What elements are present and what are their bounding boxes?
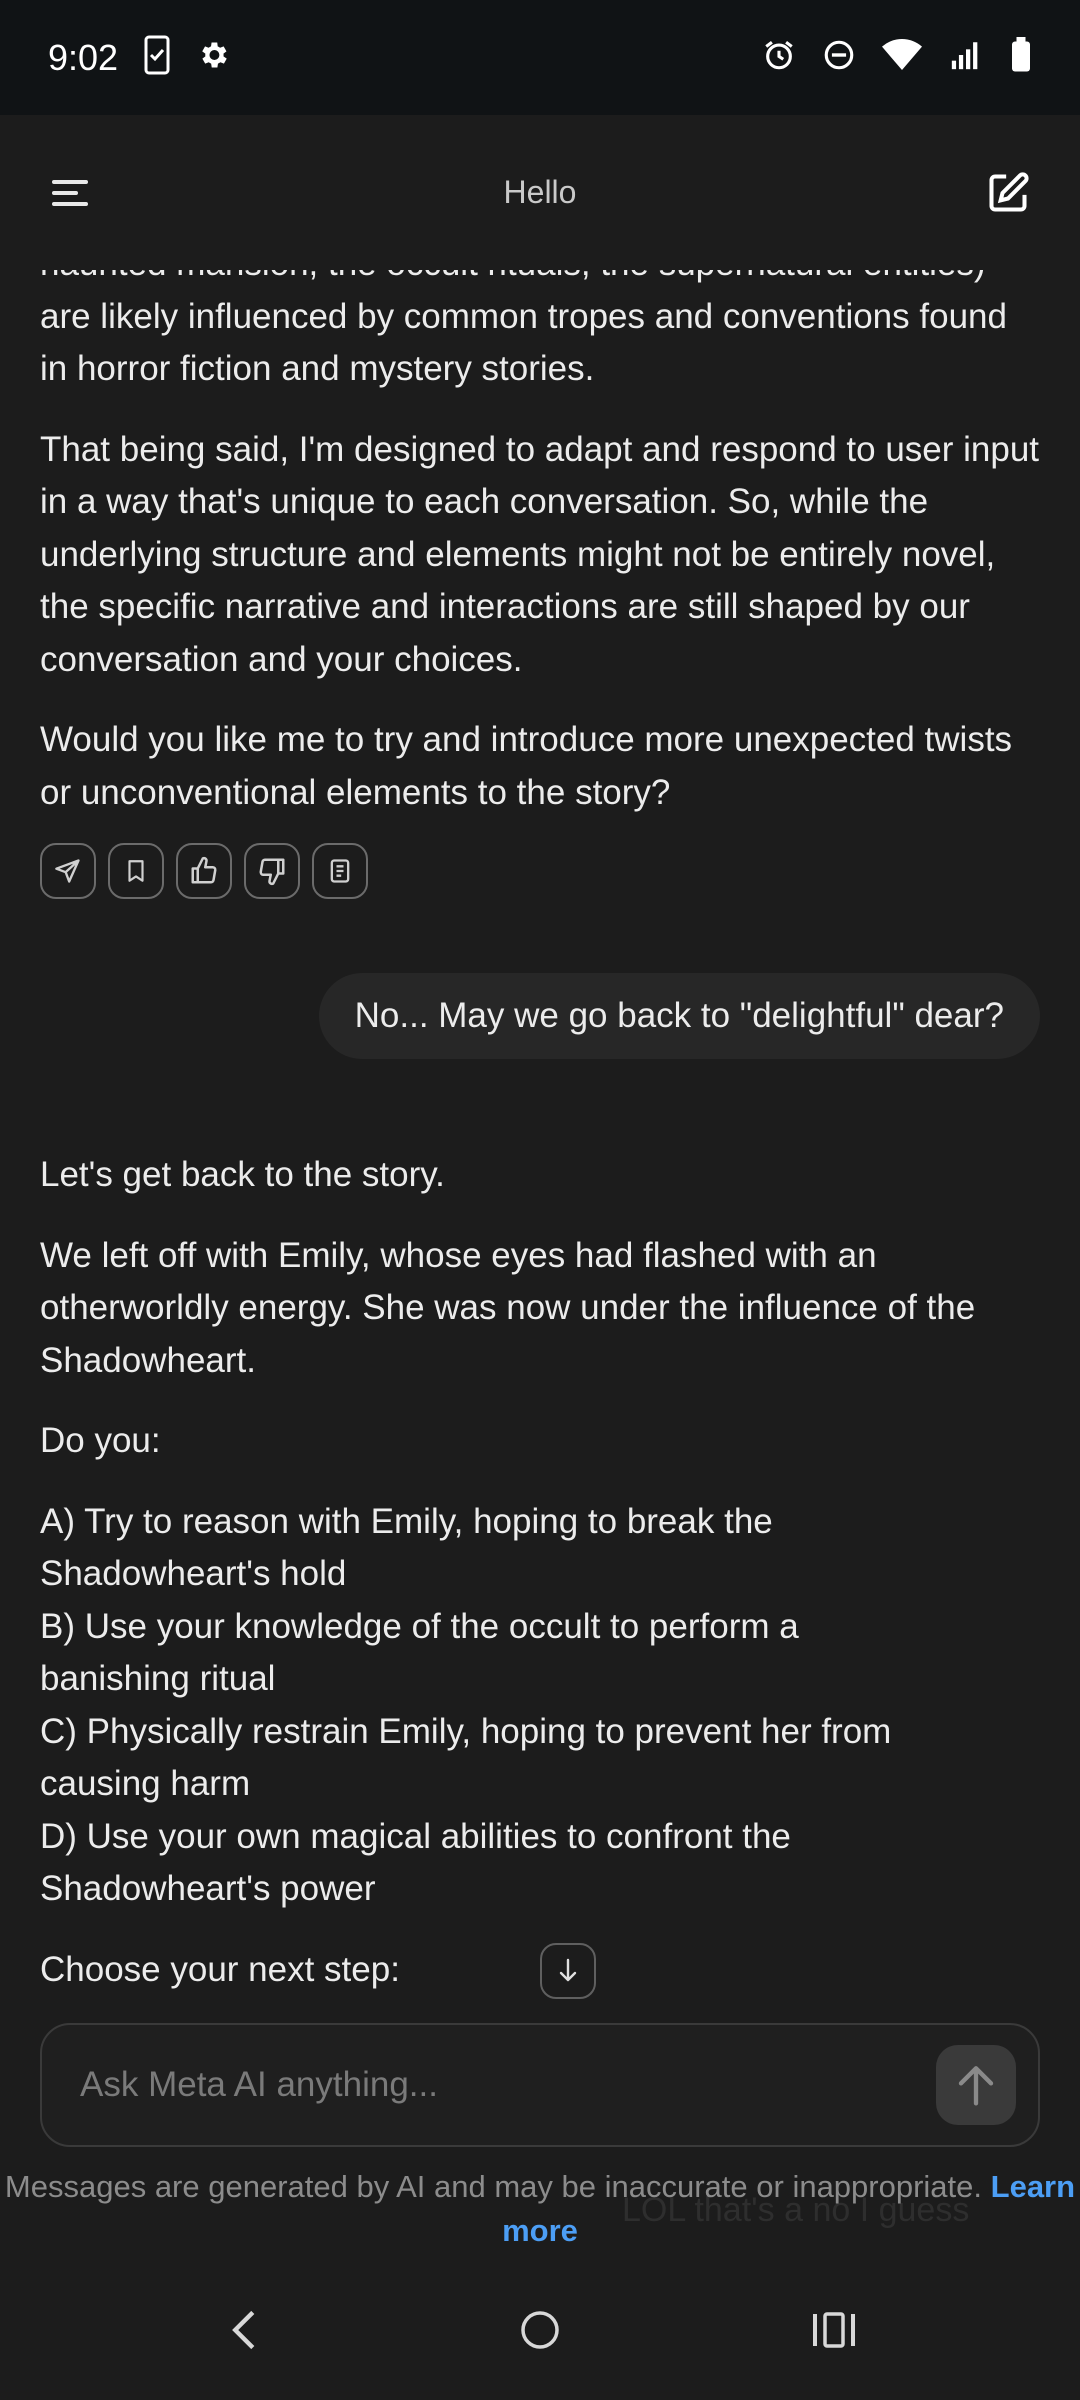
wifi-icon <box>882 38 922 77</box>
message-input[interactable] <box>78 2064 882 2106</box>
menu-icon[interactable] <box>40 161 104 225</box>
copy-icon[interactable] <box>312 843 368 899</box>
ai-message-paragraph: Would you like me to try and introduce m… <box>40 720 1013 812</box>
ai-message-paragraph: haunted mansion, the occult rituals, the… <box>40 270 1007 388</box>
option-line: Shadowheart's hold <box>40 1554 347 1593</box>
battery-icon <box>1010 37 1032 78</box>
chat-messages: haunted mansion, the occult rituals, the… <box>40 270 1040 2010</box>
message-actions <box>40 843 1040 899</box>
user-message-row: No... May we go back to "delightful" dea… <box>40 973 1040 1059</box>
option-line: banishing ritual <box>40 1659 276 1698</box>
new-chat-icon[interactable] <box>976 161 1040 225</box>
ai-message-2: Let's get back to the story. We left off… <box>40 1149 1040 1996</box>
status-right <box>762 37 1032 78</box>
scroll-down-button[interactable] <box>540 1943 596 1999</box>
chat-scroll-area[interactable]: haunted mansion, the occult rituals, the… <box>0 270 1080 2010</box>
option-line: Shadowheart's power <box>40 1869 376 1908</box>
disclaimer-text: Messages are generated by AI and may be … <box>4 2169 983 2204</box>
bookmark-icon[interactable] <box>108 843 164 899</box>
option-list: A) Try to reason with Emily, hoping to b… <box>40 1496 1040 1916</box>
app-header: Hello <box>0 115 1080 270</box>
system-nav-bar <box>0 2260 1080 2400</box>
send-button[interactable] <box>936 2045 1016 2125</box>
page-title: Hello <box>503 174 577 210</box>
arrow-up-icon <box>958 2066 994 2106</box>
option-line: A) Try to reason with Emily, hoping to b… <box>40 1501 773 1541</box>
status-bar: 9:02 <box>0 0 1080 115</box>
phone-screen-icon <box>144 35 170 80</box>
ai-message-context: We left off with Emily, whose eyes had f… <box>40 1235 976 1380</box>
option-line: B) Use your knowledge of the occult to p… <box>40 1606 799 1646</box>
user-message-bubble[interactable]: No... May we go back to "delightful" dea… <box>318 973 1040 1059</box>
option-line: causing harm <box>40 1764 251 1803</box>
status-left: 9:02 <box>48 35 230 80</box>
gear-icon <box>196 38 230 77</box>
share-icon[interactable] <box>40 843 96 899</box>
thumbs-down-icon[interactable] <box>244 843 300 899</box>
ai-message-question: Do you: <box>40 1421 161 1460</box>
option-line: C) Physically restrain Emily, hoping to … <box>40 1711 892 1751</box>
cell-signal-icon <box>948 38 984 77</box>
status-time: 9:02 <box>48 36 119 78</box>
message-composer <box>40 2023 1040 2147</box>
ai-disclaimer: Messages are generated by AI and may be … <box>0 2165 1080 2253</box>
home-icon[interactable] <box>508 2298 572 2362</box>
ai-message-intro: Let's get back to the story. <box>40 1155 445 1194</box>
recents-icon[interactable] <box>802 2298 866 2362</box>
alarm-icon <box>762 38 796 77</box>
do-not-disturb-icon <box>822 38 856 77</box>
thumbs-up-icon[interactable] <box>176 843 232 899</box>
option-line: D) Use your own magical abilities to con… <box>40 1816 791 1856</box>
ai-message-paragraph: That being said, I'm designed to adapt a… <box>40 429 1040 679</box>
back-icon[interactable] <box>212 2298 276 2362</box>
